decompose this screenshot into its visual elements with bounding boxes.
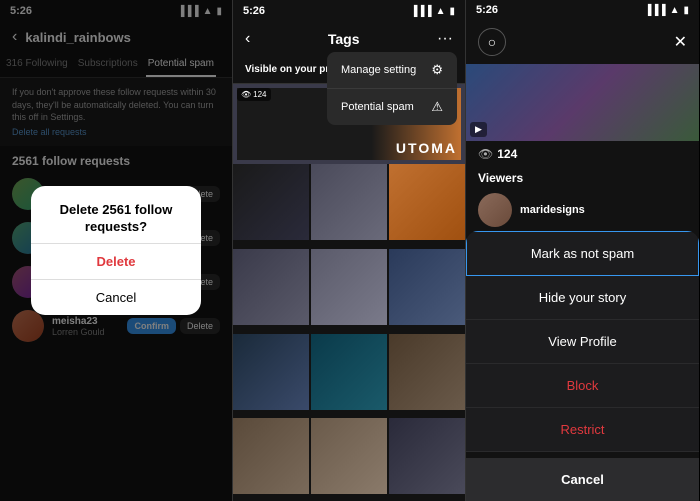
p2-header-icons: ···	[437, 30, 453, 48]
photo-cell[interactable]	[311, 334, 387, 410]
photo-cell[interactable]	[233, 334, 309, 410]
wifi-icon: ▲	[436, 6, 446, 17]
panel-tags: 5:26 ▐▐▐ ▲ ▮ ‹ Tags ··· Manage setting ⚙…	[233, 0, 466, 501]
view-count-number: 124	[497, 147, 517, 161]
potential-spam-label: Potential spam	[341, 101, 414, 113]
more-options-icon[interactable]: ···	[437, 30, 453, 48]
battery-icon: ▮	[449, 6, 455, 17]
photo-cell[interactable]	[389, 334, 465, 410]
viewer-item: maridesigns	[466, 189, 699, 231]
photo-cell[interactable]	[311, 164, 387, 240]
person-icon: ○	[488, 34, 496, 50]
hide-story-item[interactable]: Hide your story	[466, 276, 699, 320]
p2-header: ‹ Tags ···	[233, 22, 465, 56]
view-profile-item[interactable]: View Profile	[466, 320, 699, 364]
p3-header: ○ ✕	[466, 20, 699, 64]
photo-cell[interactable]	[311, 249, 387, 325]
photo-cell[interactable]	[233, 418, 309, 494]
restrict-item[interactable]: Restrict	[466, 408, 699, 452]
manage-setting-item[interactable]: Manage setting ⚙	[327, 52, 457, 89]
modal-title: Delete 2561 follow requests?	[31, 186, 201, 244]
cancel-button[interactable]: Cancel	[466, 458, 699, 501]
view-count-row: 👁 124	[466, 141, 699, 167]
story-preview: ▶	[466, 64, 699, 141]
modal-cancel-button[interactable]: Cancel	[31, 280, 201, 315]
status-bar-3: 5:26 ▐▐▐ ▲ ▮	[466, 0, 699, 20]
viewer-name: maridesigns	[520, 204, 585, 216]
modal-delete-button[interactable]: Delete	[31, 244, 201, 279]
story-label: ▶	[470, 122, 487, 137]
profile-circle-icon: ○	[478, 28, 506, 56]
eye-icon: 👁	[241, 90, 251, 99]
action-sheet-section: Mark as not spam Hide your story View Pr…	[466, 231, 699, 501]
status-bar-2: 5:26 ▐▐▐ ▲ ▮	[233, 0, 465, 22]
battery-icon: ▮	[683, 5, 689, 16]
status-time-3: 5:26	[476, 4, 498, 16]
view-count: 124	[253, 90, 266, 99]
photo-cell[interactable]	[389, 418, 465, 494]
close-icon[interactable]: ✕	[674, 32, 687, 52]
warning-icon: ⚠	[431, 99, 443, 115]
panel-story-viewers: 5:26 ▐▐▐ ▲ ▮ ○ ✕ ▶ 👁 124 Viewers marides…	[466, 0, 699, 501]
wifi-icon: ▲	[670, 5, 680, 16]
signal-icon: ▐▐▐	[410, 6, 431, 17]
photo-cell[interactable]	[233, 164, 309, 240]
viewer-avatar	[478, 193, 512, 227]
back-button-p2[interactable]: ‹	[245, 30, 250, 48]
delete-modal: Delete 2561 follow requests? Delete Canc…	[31, 186, 201, 316]
view-count-badge: 👁 124	[237, 88, 271, 101]
manage-menu: Manage setting ⚙ Potential spam ⚠	[327, 52, 457, 125]
eye-icon: 👁	[478, 147, 493, 161]
photo-cell[interactable]	[311, 418, 387, 494]
status-icons-2: ▐▐▐ ▲ ▮	[410, 6, 455, 17]
tags-title: Tags	[328, 31, 360, 47]
viewers-title: Viewers	[466, 167, 699, 189]
featured-label: UTOMA	[396, 140, 457, 156]
modal-overlay[interactable]: Delete 2561 follow requests? Delete Canc…	[0, 0, 232, 501]
status-time-2: 5:26	[243, 5, 265, 17]
settings-icon: ⚙	[431, 62, 443, 78]
manage-setting-label: Manage setting	[341, 64, 416, 76]
status-icons-3: ▐▐▐ ▲ ▮	[644, 5, 689, 16]
potential-spam-item[interactable]: Potential spam ⚠	[327, 89, 457, 125]
panel-follow-requests: 5:26 ▐▐▐ ▲ ▮ ‹ kalindi_rainbows 316 Foll…	[0, 0, 233, 501]
action-sheet: Mark as not spam Hide your story View Pr…	[466, 231, 699, 452]
mark-not-spam-item[interactable]: Mark as not spam	[466, 231, 699, 276]
photo-grid	[233, 164, 465, 501]
photo-cell[interactable]	[389, 164, 465, 240]
block-item[interactable]: Block	[466, 364, 699, 408]
photo-cell[interactable]	[233, 249, 309, 325]
photo-cell[interactable]	[389, 249, 465, 325]
signal-icon: ▐▐▐	[644, 5, 665, 16]
